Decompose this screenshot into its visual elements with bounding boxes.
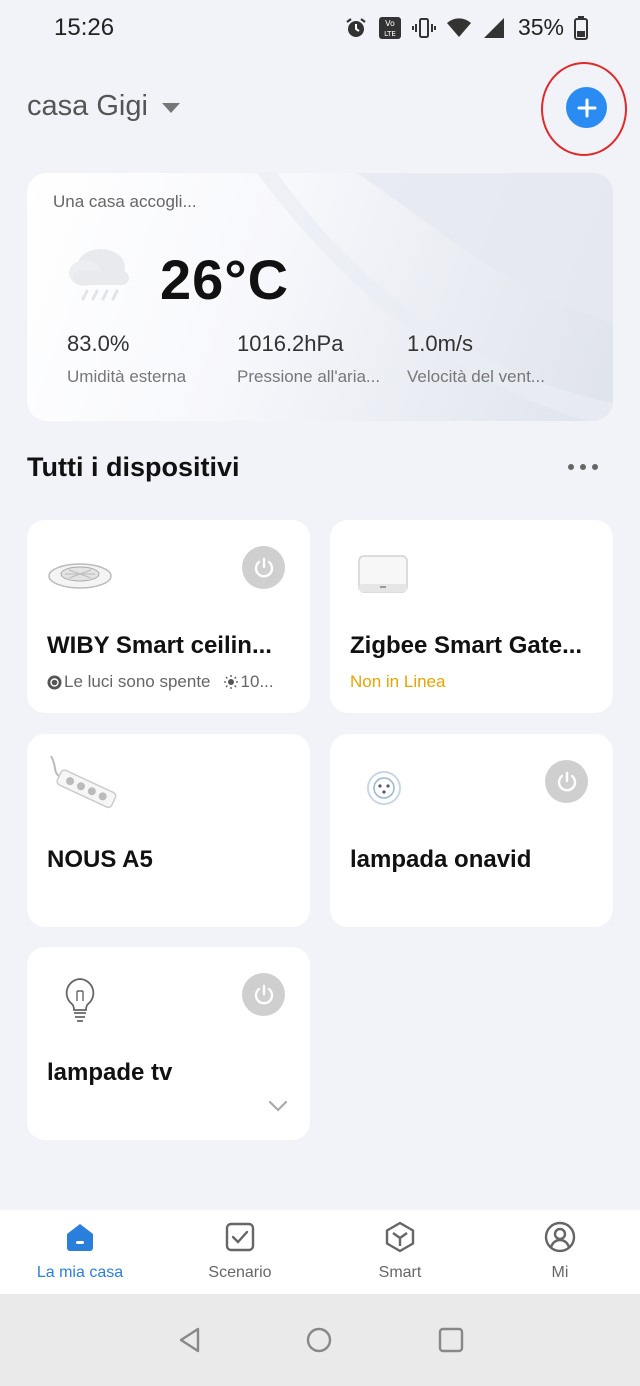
svg-text:LTE: LTE: [384, 30, 396, 38]
wind-stat: 1.0m/s Velocità del vent...: [407, 331, 545, 387]
chevron-down-icon[interactable]: [267, 1099, 289, 1113]
ceiling-fan-icon: [48, 563, 112, 589]
humidity-label: Umidità esterna: [67, 367, 187, 386]
alarm-icon: [346, 17, 366, 37]
pressure-label: Pressione all'aria...: [237, 367, 381, 386]
device-name: lampada onavid: [350, 846, 532, 873]
battery-percent: 35%: [517, 14, 564, 40]
device-card-wiby[interactable]: WIBY Smart ceilin... Le luci sono spente…: [27, 520, 310, 713]
wind-value: 1.0m/s: [407, 331, 474, 356]
power-button[interactable]: [545, 760, 588, 803]
device-status-text: Le luci sono spente: [64, 672, 211, 691]
device-card-zigbee-gateway[interactable]: Zigbee Smart Gate... Non in Linea: [330, 520, 613, 713]
nav-smart[interactable]: Smart: [320, 1220, 480, 1282]
device-name: Zigbee Smart Gate...: [350, 632, 583, 659]
nav-scenario-label: Scenario: [208, 1264, 272, 1281]
system-navigation-bar: [0, 1294, 640, 1386]
device-card-nous-a5[interactable]: NOUS A5: [27, 734, 310, 927]
vibrate-icon: [411, 17, 436, 38]
smart-icon: [385, 1221, 415, 1253]
power-strip-icon: [50, 755, 117, 809]
svg-text:Vo: Vo: [385, 19, 395, 28]
home-name: casa Gigi: [27, 90, 148, 122]
device-card-lampada-onavid[interactable]: lampada onavid: [330, 734, 613, 927]
recents-icon[interactable]: [437, 1326, 465, 1354]
nav-home-label: La mia casa: [36, 1264, 124, 1281]
home-circle-icon[interactable]: [305, 1326, 333, 1354]
device-offline-status: Non in Linea: [350, 672, 446, 691]
smart-plug-icon: [367, 771, 401, 805]
power-icon: [254, 984, 273, 1004]
gateway-icon: [358, 555, 408, 593]
brightness-icon: [223, 675, 238, 689]
device-name: lampade tv: [47, 1059, 173, 1086]
bottom-navigation: La mia casa Scenario Smart Mi: [0, 1210, 640, 1294]
weather-card[interactable]: Una casa accogli... 26°C 83.0% Umidità e…: [27, 173, 613, 421]
nav-profile[interactable]: Mi: [480, 1220, 640, 1282]
weather-temperature: 26°C: [160, 248, 290, 311]
devices-section-title: Tutti i dispositivi: [27, 452, 240, 482]
nav-scenario[interactable]: Scenario: [160, 1220, 320, 1282]
scenario-icon: [225, 1222, 255, 1252]
status-icons: Vo LTE 35%: [344, 14, 588, 41]
profile-icon: [544, 1221, 576, 1253]
device-brightness-text: 10...: [240, 672, 274, 691]
device-status: Le luci sono spente 10...: [47, 672, 274, 692]
battery-icon: [574, 15, 588, 40]
signal-icon: [483, 17, 504, 38]
rain-cloud-icon: [69, 249, 129, 301]
wifi-icon: [446, 17, 471, 37]
power-icon: [254, 557, 273, 577]
add-device-button[interactable]: [566, 87, 607, 128]
power-button[interactable]: [242, 973, 285, 1016]
more-options-icon[interactable]: [568, 464, 598, 470]
pressure-value: 1016.2hPa: [237, 331, 344, 356]
humidity-value: 83.0%: [67, 331, 130, 356]
power-button[interactable]: [242, 546, 285, 589]
volte-icon: Vo LTE: [378, 16, 401, 39]
home-icon: [67, 1224, 93, 1251]
power-icon: [557, 771, 576, 791]
weather-greeting: Una casa accogli...: [53, 192, 197, 211]
home-selector[interactable]: casa Gigi: [27, 90, 180, 123]
power-state-icon: [47, 675, 62, 689]
nav-smart-label: Smart: [378, 1264, 422, 1281]
bulb-icon: [65, 978, 95, 1022]
device-card-lampade-tv[interactable]: lampade tv: [27, 947, 310, 1140]
chevron-down-icon: [161, 102, 180, 113]
device-name: NOUS A5: [47, 846, 153, 873]
pressure-stat: 1016.2hPa Pressione all'aria...: [237, 331, 380, 387]
humidity-stat: 83.0% Umidità esterna: [67, 331, 186, 387]
nav-profile-label: Mi: [551, 1264, 569, 1281]
nav-home[interactable]: La mia casa: [0, 1220, 160, 1282]
status-time: 15:26: [54, 14, 115, 41]
wind-label: Velocità del vent...: [407, 367, 545, 386]
device-name: WIBY Smart ceilin...: [47, 632, 272, 659]
plus-icon: [577, 98, 596, 117]
back-icon[interactable]: [176, 1326, 204, 1354]
